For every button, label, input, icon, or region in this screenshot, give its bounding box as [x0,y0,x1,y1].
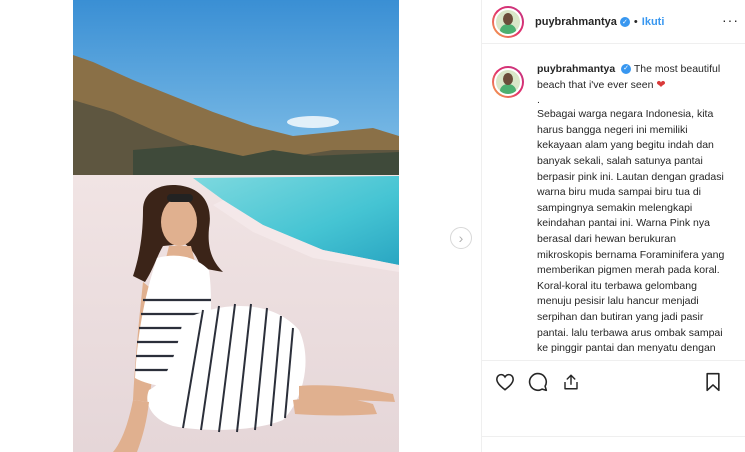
follow-button[interactable]: Ikuti [642,16,665,28]
avatar[interactable] [492,5,524,38]
action-bar [482,360,745,402]
like-button[interactable] [494,371,516,393]
header-separator: • [633,15,638,28]
verified-badge-icon: ✓ [619,16,630,27]
bookmark-icon [706,372,720,392]
caption-username[interactable]: puybrahmantya [537,63,615,75]
share-button[interactable] [560,371,582,393]
caption-avatar[interactable] [492,66,524,98]
save-button[interactable] [702,371,724,393]
header-username[interactable]: puybrahmantya [535,16,617,28]
next-photo-button[interactable]: › [450,227,472,249]
caption-body: Sebagai warga negara Indonesia, kita har… [537,108,725,355]
comment-button[interactable] [527,371,549,393]
caption: puybrahmantya ✓ The most beautiful beach… [537,62,733,357]
panel-divider [481,436,745,437]
post-photo[interactable] [73,0,399,452]
beach-photo-illustration [73,0,399,452]
more-options-button[interactable]: ··· [722,12,739,28]
caption-dot: . [537,94,540,107]
heart-icon: ❤ [656,78,666,91]
share-icon [564,374,578,389]
post-header: puybrahmantya ✓ • Ikuti ··· [482,0,745,44]
post-side-panel: puybrahmantya ✓ • Ikuti ··· puybrahmanty… [481,0,745,452]
caption-verified-icon: ✓ [621,64,632,75]
caption-area: puybrahmantya ✓ The most beautiful beach… [492,62,737,358]
comment-icon [528,372,548,391]
heart-outline-icon [496,373,514,391]
chevron-right-icon: › [458,230,464,246]
